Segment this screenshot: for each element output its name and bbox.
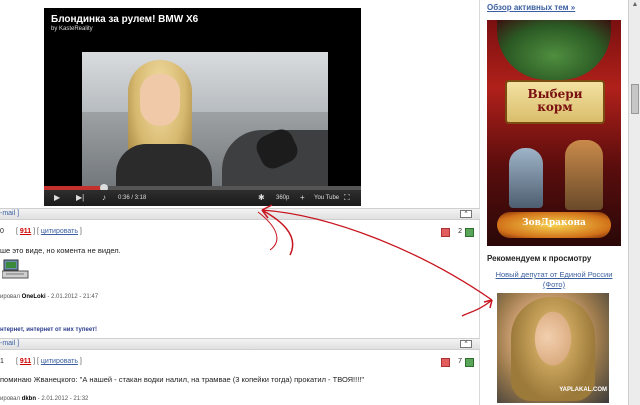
scroll-up-icon[interactable]: ▲ [630,0,640,10]
post-author: ировал dkbn - 2.01.2012 - 21:32 [0,396,88,402]
post-number: 1 [0,358,4,365]
fullscreen-icon[interactable]: ⛶ [344,193,350,203]
post-toolbar: -mail ] ^ [0,208,480,220]
post-toolbar: -mail ] ^ [0,338,480,350]
volume-icon[interactable]: ♪ [102,193,106,202]
ad-hero-right [565,140,603,210]
active-topics-link[interactable]: Обзор активных тем » [487,3,575,12]
ad-scroll: Выбери корм [505,80,605,124]
post-date: - 2.01.2012 - 21:47 [47,294,99,300]
ad-logo: ЗовДракона [497,212,611,238]
video-frame[interactable] [82,52,328,194]
video-controls: ▶ ▶| ♪ 0:36 / 3:18 ✱ 360p + You Tube ⛶ [44,190,361,206]
vote-down-icon[interactable] [441,228,450,237]
post-meta: 1 [ 911 ] [ цитировать ] 7 [0,356,480,370]
comment-text: ше это виде, но комента не видел. [0,246,121,255]
watermark: YAPLAKAL.COM [559,387,607,393]
forum-column: Блондинка за рулем! BMW X6 by KasteReali… [0,0,480,405]
computer-emoticon-icon [2,259,29,279]
post-author: ировал OneLoki - 2.01.2012 - 21:47 [0,294,98,300]
settings-icon[interactable]: ✱ [258,193,265,202]
car-window [82,52,328,112]
quality-label[interactable]: 360p [276,195,289,201]
video-title[interactable]: Блондинка за рулем! BMW X6 [51,14,198,25]
play-icon[interactable]: ▶ [54,193,60,202]
cite-link[interactable]: цитировать [41,228,78,235]
post-links: [ 911 ] [ цитировать ] [16,228,82,235]
scroll-top-icon[interactable]: ^ [460,210,472,218]
vote-down-icon[interactable] [441,358,450,367]
video-player[interactable]: Блондинка за рулем! BMW X6 by KasteReali… [44,8,361,206]
post-number: 0 [0,228,4,235]
vote-count: 7 [458,358,462,365]
vote-up-icon[interactable] [465,358,474,367]
ad-headline: Выбери корм [507,88,603,114]
scroll-thumb[interactable] [631,84,639,114]
scroll-top-icon[interactable]: ^ [460,340,472,348]
photo-hair [511,297,595,401]
page-scrollbar[interactable]: ▲ [628,0,640,405]
youtube-logo[interactable]: You Tube [314,195,339,201]
author-prefix: ировал [0,294,20,300]
author-prefix: ировал [0,396,20,402]
recommended-photo[interactable]: YAPLAKAL.COM [497,293,609,403]
vote-up-icon[interactable] [465,228,474,237]
post-links: [ 911 ] [ цитировать ] [16,358,82,365]
recommended-link[interactable]: Новый депутат от Единой России (Фото) [487,270,621,290]
game-ad-banner[interactable]: Выбери корм ЗовДракона [487,20,621,246]
video-channel[interactable]: by KasteReality [51,26,93,32]
vote-count: 2 [458,228,462,235]
sidebar: Обзор активных тем » Выбери корм ЗовДрак… [481,0,628,405]
person-face [140,74,180,126]
rating-link[interactable]: 911 [20,358,31,365]
user-signature: нтернет, интернет от них тупеет! [0,327,98,333]
ad-hero-left [509,148,543,208]
email-link[interactable]: -mail ] [0,210,19,217]
video-time: 0:36 / 3:18 [118,195,147,201]
next-icon[interactable]: ▶| [76,193,84,202]
author-name[interactable]: OneLoki [22,294,46,300]
post-meta: 0 [ 911 ] [ цитировать ] 2 [0,226,480,240]
comment-text: поминаю Жванецкого: "А нашей - стакан во… [0,375,365,384]
author-name[interactable]: dkbn [22,396,36,402]
recommended-title: Рекомендуем к просмотру [487,254,592,263]
email-link[interactable]: -mail ] [0,340,19,347]
ad-logo-text: ЗовДракона [522,218,586,228]
dragon-image [497,20,611,80]
post-date: - 2.01.2012 - 21:32 [37,396,89,402]
ad-headline-line2: корм [537,100,573,114]
cite-link[interactable]: цитировать [41,358,78,365]
rating-link[interactable]: 911 [20,228,31,235]
add-icon[interactable]: + [300,193,305,202]
